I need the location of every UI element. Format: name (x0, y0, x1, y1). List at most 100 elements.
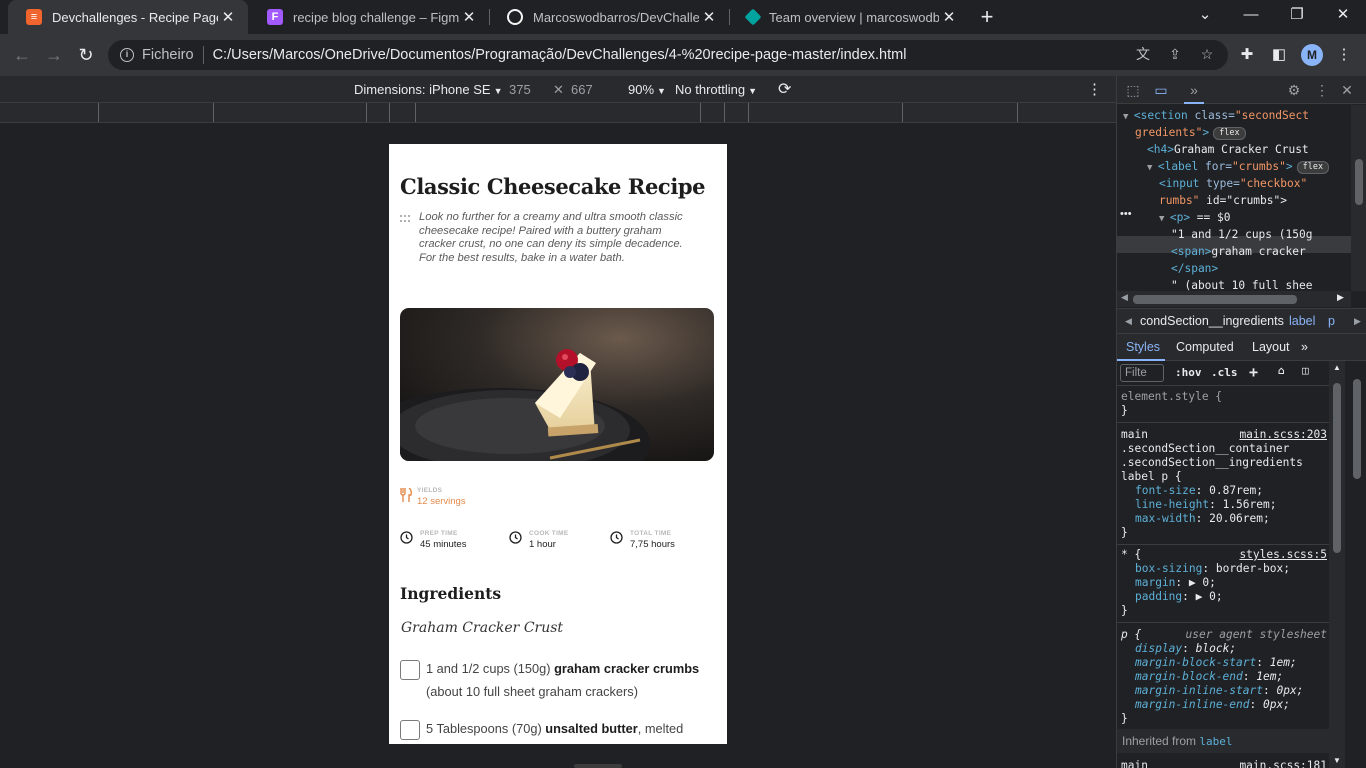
elements-tree[interactable]: ▼ <section class="secondSect gredients"> f… (1117, 105, 1351, 291)
ingredient-checkbox[interactable] (400, 660, 420, 680)
bookmark-star-icon[interactable]: ☆ (1198, 46, 1216, 62)
scroll-down-icon[interactable]: ▼ (1333, 756, 1341, 765)
dom-node-line[interactable]: gredients"> flex (1135, 124, 1246, 141)
close-window-icon[interactable]: ✕ (1320, 0, 1366, 30)
scroll-left-icon[interactable]: ◀ (1121, 292, 1128, 303)
close-tab-icon[interactable]: ✕ (699, 8, 719, 26)
tab-computed[interactable]: Computed (1176, 340, 1234, 354)
style-rule[interactable]: p {user agent stylesheet display: block;… (1117, 625, 1329, 731)
browser-menu-icon[interactable]: ⋮ (1333, 44, 1355, 66)
rule-source-link[interactable]: styles.scss:5 (1239, 548, 1327, 562)
ruler-breakpoint[interactable] (902, 103, 903, 122)
elements-horizontal-scrollbar[interactable]: ◀ ▶ (1117, 291, 1351, 307)
tab-github[interactable]: Marcoswodbarros/DevChallenge ✕ (489, 0, 729, 34)
rule-source-link[interactable]: main.scss:181 (1239, 759, 1327, 768)
share-icon[interactable]: ⇪ (1166, 46, 1184, 62)
throttling-dropdown[interactable]: No throttling ▼ (675, 82, 757, 97)
dom-node-line[interactable]: </span> (1171, 260, 1218, 277)
side-panel-icon[interactable]: ◧ (1268, 44, 1290, 66)
css-property[interactable]: margin: ▶ 0; (1121, 576, 1329, 590)
styles-vertical-scrollbar[interactable]: ▲ ▼ (1329, 361, 1345, 768)
address-bar[interactable]: i Ficheiro C:/Users/Marcos/OneDrive/Docu… (108, 40, 1228, 70)
new-rule-plus-icon[interactable]: + (1249, 363, 1258, 381)
rotate-device-icon[interactable]: ⟳ (778, 79, 791, 99)
ruler-breakpoint[interactable] (98, 103, 99, 122)
scroll-right-icon[interactable]: ▶ (1337, 292, 1344, 303)
device-dimensions-dropdown[interactable]: Dimensions: iPhone SE ▼ (354, 82, 503, 97)
style-rule[interactable]: element.style { } (1117, 387, 1329, 423)
flex-badge[interactable]: flex (1296, 161, 1330, 174)
site-info-icon[interactable]: i (120, 48, 134, 62)
viewport-height-input[interactable]: 667 (571, 82, 593, 97)
minimize-icon[interactable]: — (1228, 0, 1274, 30)
device-toggle-icon[interactable]: ▭ (1151, 80, 1171, 100)
close-tab-icon[interactable]: ✕ (939, 8, 959, 26)
css-property[interactable]: line-height: 1.56rem; (1121, 498, 1329, 512)
media-query-ruler[interactable] (0, 103, 1116, 123)
toggle-sidebar-icon[interactable]: ◫ (1302, 364, 1309, 377)
tab-layout[interactable]: Layout (1252, 340, 1290, 354)
inherited-tag-link[interactable]: label (1199, 735, 1232, 748)
resize-handle[interactable] (574, 764, 622, 768)
css-property[interactable]: box-sizing: border-box; (1121, 562, 1329, 576)
close-devtools-icon[interactable]: ✕ (1337, 80, 1357, 100)
ruler-breakpoint[interactable] (415, 103, 416, 122)
tab-figma[interactable]: F recipe blog challenge – Figma ✕ (249, 0, 489, 34)
elements-vertical-scrollbar[interactable] (1351, 105, 1366, 291)
extensions-puzzle-icon[interactable]: ✚ (1236, 44, 1258, 66)
new-tab-plus-icon[interactable]: + (976, 4, 998, 30)
ruler-breakpoint[interactable] (1017, 103, 1018, 122)
settings-gear-icon[interactable]: ⚙ (1284, 80, 1304, 100)
css-property[interactable]: max-width: 20.06rem; (1121, 512, 1329, 526)
back-arrow-icon[interactable]: ← (8, 42, 36, 68)
class-toggle[interactable]: .cls (1211, 366, 1238, 379)
close-tab-icon[interactable]: ✕ (459, 8, 479, 26)
breadcrumb-right-icon[interactable]: ▶ (1354, 316, 1361, 327)
ruler-breakpoint[interactable] (724, 103, 725, 122)
tab-search-chevron-icon[interactable]: ⌄ (1182, 0, 1228, 30)
dom-node-line[interactable]: <input type="checkbox" (1159, 175, 1307, 192)
scroll-thumb[interactable] (1133, 295, 1297, 304)
css-property[interactable]: font-size: 0.87rem; (1121, 484, 1329, 498)
ruler-breakpoint[interactable] (700, 103, 701, 122)
breadcrumb-item[interactable]: condSection__ingredients (1140, 314, 1284, 328)
profile-avatar[interactable]: M (1301, 44, 1323, 66)
viewport-width-input[interactable]: 375 (509, 82, 531, 97)
style-rule[interactable]: * {styles.scss:5 box-sizing: border-box;… (1117, 545, 1329, 623)
flex-badge[interactable]: flex (1213, 127, 1246, 140)
dom-node-line[interactable]: <span>graham cracker (1171, 243, 1306, 260)
ingredient-checkbox[interactable] (400, 720, 420, 740)
paint-brush-icon[interactable]: ⌂ (1278, 364, 1285, 377)
tab-team-overview[interactable]: Team overview | marcoswodbarro ✕ (729, 0, 969, 34)
breadcrumb-item[interactable]: p (1328, 314, 1335, 328)
more-tabs-chevron-icon[interactable]: » (1301, 340, 1308, 354)
devtools-menu-icon[interactable]: ⋮ (1312, 80, 1332, 100)
dom-node-line[interactable]: <h4>Graham Cracker Crust (1147, 141, 1309, 158)
reload-icon[interactable]: ↻ (72, 42, 100, 68)
dom-node-line[interactable]: " (about 10 full shee (1171, 277, 1312, 291)
css-property[interactable]: padding: ▶ 0; (1121, 590, 1329, 604)
device-toolbar-more-icon[interactable]: ⋮ (1087, 80, 1102, 98)
translate-icon[interactable]: 文 (1134, 46, 1152, 62)
style-rule[interactable]: main main.scss:203 .secondSection__contai… (1117, 425, 1329, 545)
scroll-up-icon[interactable]: ▲ (1333, 363, 1341, 372)
scroll-thumb[interactable] (1333, 383, 1341, 553)
breadcrumb-item[interactable]: label (1289, 314, 1315, 328)
dom-node-line[interactable]: "1 and 1/2 cups (150g (1171, 226, 1312, 243)
ruler-breakpoint[interactable] (366, 103, 367, 122)
breadcrumb-left-icon[interactable]: ◀ (1125, 316, 1132, 327)
restore-icon[interactable]: ❐ (1274, 0, 1320, 30)
styles-filter-input[interactable]: Filte (1120, 364, 1164, 382)
forward-arrow-icon[interactable]: → (40, 42, 68, 68)
ruler-breakpoint[interactable] (748, 103, 749, 122)
inspect-element-icon[interactable]: ⬚ (1123, 80, 1143, 100)
dom-node-line[interactable]: rumbs" id="crumbs"> (1159, 192, 1287, 209)
close-tab-icon[interactable]: ✕ (218, 8, 238, 26)
ruler-breakpoint[interactable] (213, 103, 214, 122)
style-rule[interactable]: main main.scss:181 (1117, 756, 1329, 768)
rule-source-link[interactable]: main.scss:203 (1239, 428, 1327, 442)
scroll-thumb[interactable] (1355, 159, 1363, 205)
node-actions-ellipsis-icon[interactable]: ••• (1120, 208, 1132, 220)
tab-recipe-page[interactable]: ≡ Devchallenges - Recipe Page ✕ (8, 0, 248, 34)
more-panels-chevron-icon[interactable]: » (1184, 80, 1204, 100)
